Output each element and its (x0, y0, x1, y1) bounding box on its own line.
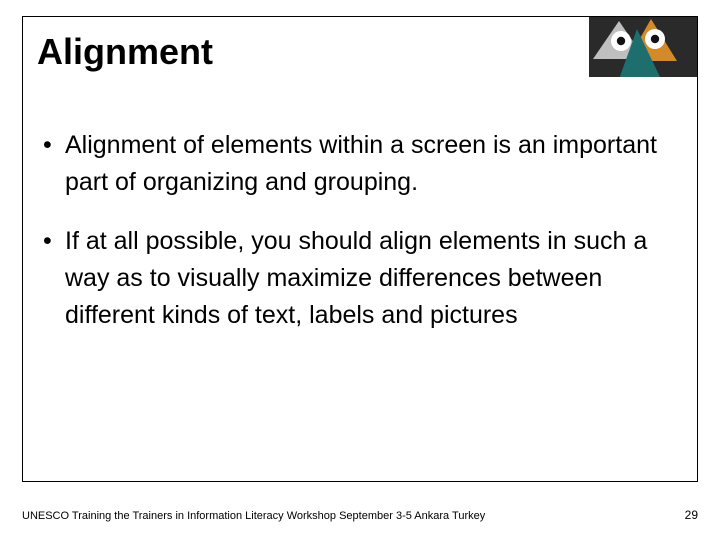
bullet-marker-icon: • (43, 127, 65, 201)
bullet-item: • If at all possible, you should align e… (43, 223, 679, 334)
slide-body: • Alignment of elements within a screen … (23, 111, 697, 334)
bullet-marker-icon: • (43, 223, 65, 334)
slide-title: Alignment (37, 31, 213, 73)
bullet-item: • Alignment of elements within a screen … (43, 127, 679, 201)
header-row: Alignment (23, 17, 697, 111)
abstract-owl-logo-icon (589, 17, 697, 85)
slide-frame: Alignment • Alignment of elements within… (22, 16, 698, 482)
slide: Alignment • Alignment of elements within… (0, 0, 720, 540)
page-number: 29 (685, 508, 698, 522)
bullet-text: If at all possible, you should align ele… (65, 223, 679, 334)
bullet-text: Alignment of elements within a screen is… (65, 127, 679, 201)
footer-text: UNESCO Training the Trainers in Informat… (22, 510, 698, 522)
